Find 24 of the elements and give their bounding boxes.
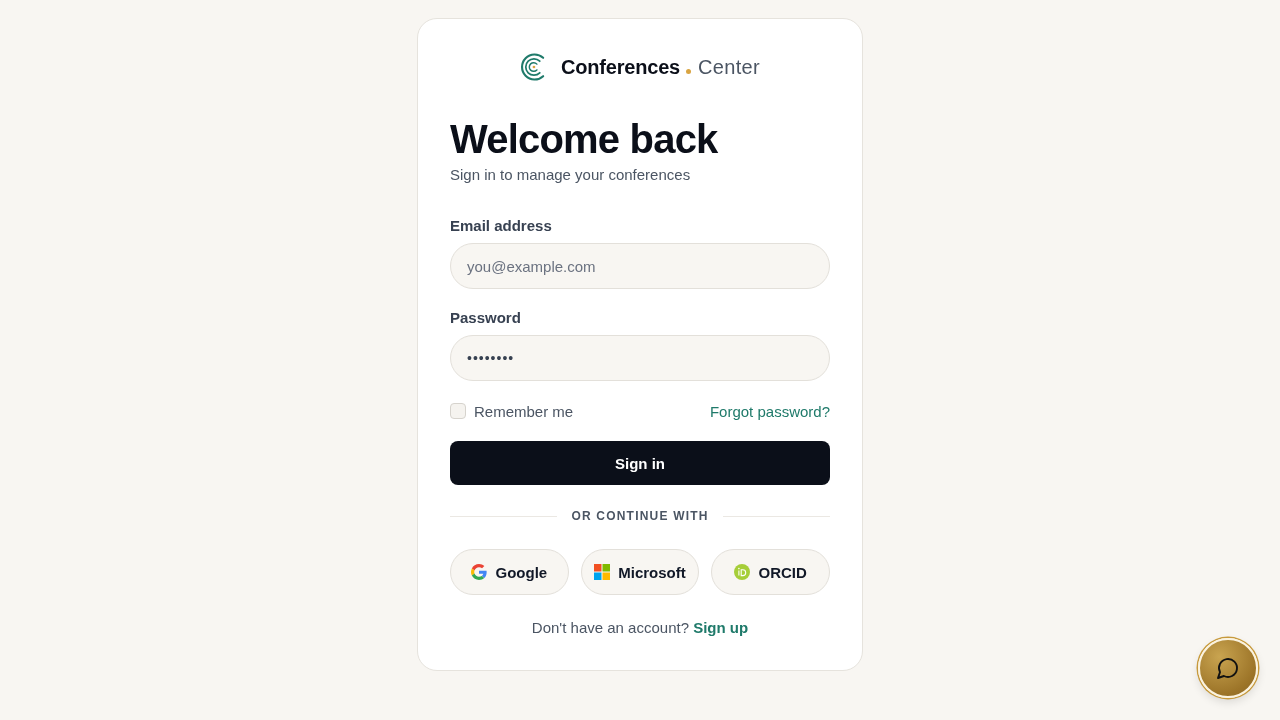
field-label: Email address: [450, 216, 553, 236]
forgot-password-link[interactable]: Forgot password?: [709, 402, 830, 420]
signup-prompt: Don't have an account? Sign up: [530, 618, 750, 638]
welcome-subtitle: Sign in to manage your conferences: [450, 165, 692, 185]
chat-button[interactable]: [1198, 638, 1258, 698]
remember-checkbox[interactable]: [450, 403, 466, 419]
microsoft-sign-in-button[interactable]: Microsoft: [580, 549, 700, 595]
sign-up-link[interactable]: Sign up: [693, 619, 749, 636]
divider-label: OR CONTINUE WITH: [571, 509, 709, 523]
brand-dot-icon: [686, 68, 692, 74]
field-label: Password: [450, 308, 522, 328]
email-field[interactable]: you@example.com: [450, 243, 830, 289]
google-g-icon: [471, 564, 488, 580]
google-sign-in-button[interactable]: Google: [450, 549, 569, 595]
orcid-id-icon: [734, 564, 751, 580]
remember-label: Remember me: [474, 402, 574, 420]
speech-bubble-icon: [1216, 656, 1240, 680]
orcid-sign-in-button[interactable]: ORCID: [711, 549, 830, 595]
sign-in-button[interactable]: Sign in: [450, 441, 830, 485]
welcome-heading: Welcome back: [450, 116, 719, 163]
brand-name: Conferences: [561, 55, 681, 79]
brand-suffix: Center: [698, 55, 760, 79]
password-field[interactable]: ••••••••: [450, 335, 830, 381]
four-squares-logo-icon: [594, 564, 611, 580]
